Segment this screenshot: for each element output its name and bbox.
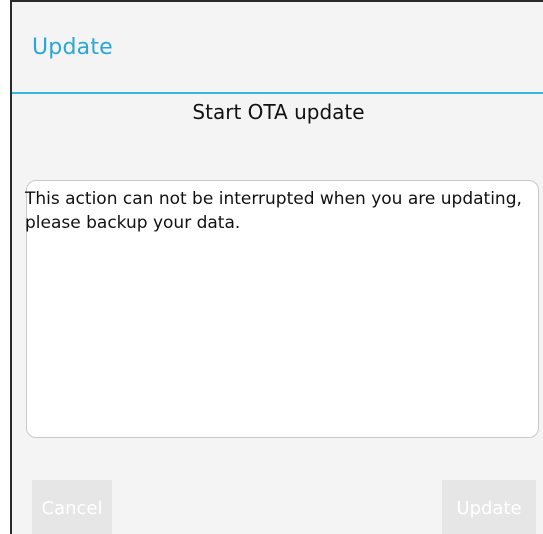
dialog-subtitle: Start OTA update bbox=[192, 100, 365, 124]
screen: Update Start OTA update This action can … bbox=[0, 0, 543, 534]
cancel-button[interactable]: Cancel bbox=[32, 480, 112, 534]
message-box: This action can not be interrupted when … bbox=[25, 180, 539, 438]
update-button[interactable]: Update bbox=[442, 480, 536, 534]
message-text: This action can not be interrupted when … bbox=[25, 189, 522, 233]
dialog-header: Update bbox=[12, 2, 543, 94]
update-dialog: Update Start OTA update This action can … bbox=[10, 0, 543, 534]
dialog-title: Update bbox=[32, 34, 113, 60]
